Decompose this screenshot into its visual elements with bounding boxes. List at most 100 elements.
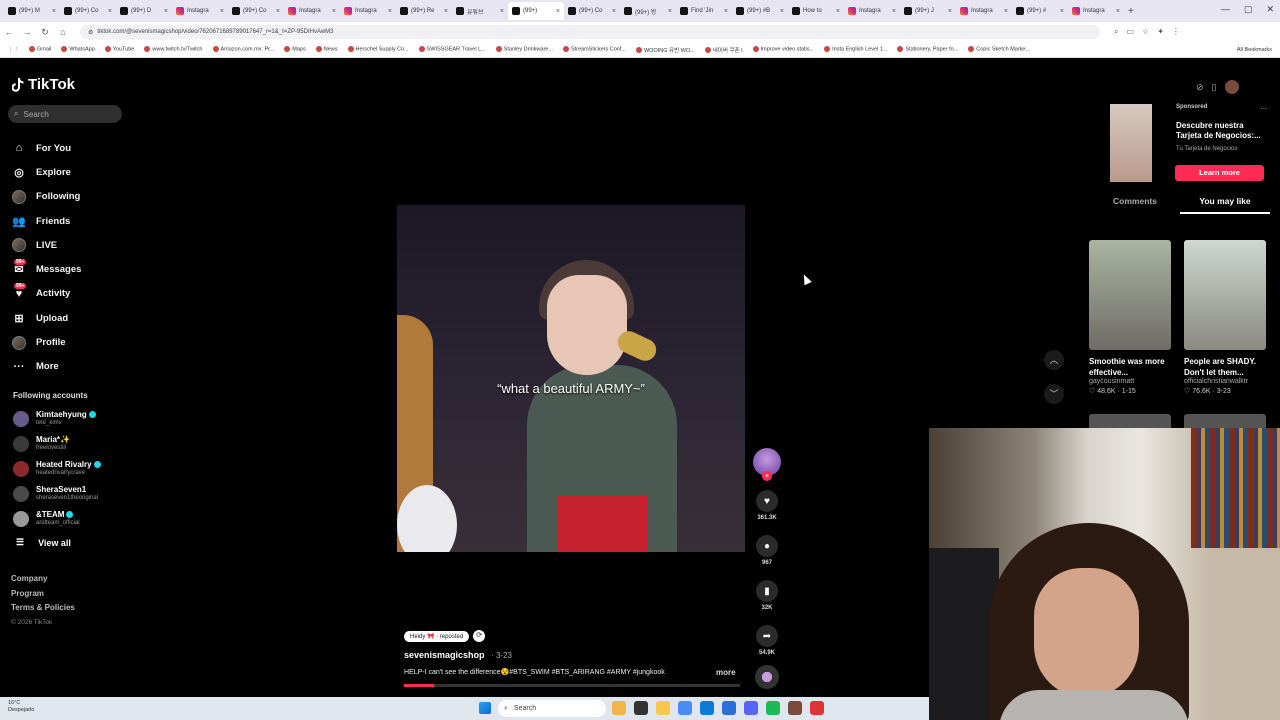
browser-tab[interactable]: Instagra × <box>956 2 1012 20</box>
task-view-icon[interactable] <box>634 701 648 715</box>
nav-item-for-you[interactable]: ⌂ For You <box>12 136 81 160</box>
nav-item-friends[interactable]: 👥 Friends <box>12 209 81 233</box>
back-icon[interactable]: ← <box>0 27 18 37</box>
browser-tab[interactable]: (99+) #B × <box>732 2 788 20</box>
following-account[interactable]: Heated Rivalry heatedrivalrycrave <box>13 456 101 481</box>
zoom-icon[interactable]: ⌕ <box>1114 27 1118 37</box>
nav-item-more[interactable]: ··· More <box>12 355 81 379</box>
browser-tab[interactable]: (99+) # × <box>1012 2 1068 20</box>
menu-kebab-icon[interactable]: ⋮ <box>1172 27 1180 37</box>
browser-tab[interactable]: (99+) Co × <box>564 2 620 20</box>
close-tab-icon[interactable]: × <box>1004 8 1008 15</box>
store-icon[interactable] <box>722 701 736 715</box>
close-tab-icon[interactable]: × <box>668 8 672 15</box>
following-account[interactable]: Maria*✨ freelovestill <box>13 431 101 456</box>
close-tab-icon[interactable]: × <box>220 8 224 15</box>
close-tab-icon[interactable]: × <box>1060 8 1064 15</box>
bookmark-star-icon[interactable]: ☆ <box>1142 27 1149 37</box>
footer-program[interactable]: Program <box>11 587 75 602</box>
browser-tab[interactable]: Instagra × <box>172 2 228 20</box>
bookmark-item[interactable]: Gmail <box>29 46 51 53</box>
bookmark-item[interactable]: Stationery, Paper fo... <box>897 46 958 53</box>
discord-icon[interactable] <box>744 701 758 715</box>
close-tab-icon[interactable]: × <box>556 8 560 15</box>
close-tab-icon[interactable]: × <box>108 8 112 15</box>
edge-icon[interactable] <box>700 701 714 715</box>
recommended-thumbnail[interactable] <box>1184 240 1266 350</box>
browser-tab[interactable]: 유튜브 × <box>452 2 508 20</box>
browser-tab[interactable]: (99+) D × <box>116 2 172 20</box>
bookmark-item[interactable]: www.twitch.tv/Twitch <box>144 46 203 53</box>
close-tab-icon[interactable]: × <box>388 8 392 15</box>
browser-tab[interactable]: Find 'Jin × <box>676 2 732 20</box>
file-explorer-icon[interactable] <box>656 701 670 715</box>
browser-tab[interactable]: (99+) M × <box>4 2 60 20</box>
music-disc-icon[interactable] <box>755 665 779 689</box>
close-tab-icon[interactable]: × <box>612 8 616 15</box>
start-button[interactable] <box>479 702 491 714</box>
bookmark-item[interactable]: SWISSGEAR Travel L... <box>418 46 486 53</box>
bookmark-item[interactable]: Copic Sketch Marke... <box>968 46 1030 53</box>
nav-item-upload[interactable]: ⊞ Upload <box>12 306 81 330</box>
comment-button[interactable]: ● <box>756 535 778 557</box>
nav-item-messages[interactable]: ✉ 99+ Messages <box>12 257 81 281</box>
bookmark-item[interactable]: Improve video statis... <box>752 46 814 53</box>
follow-plus-icon[interactable]: + <box>762 471 772 481</box>
recommended-video[interactable]: Smoothie was more effective... gaycousin… <box>1089 240 1171 395</box>
browser-tab[interactable]: Instagra × <box>284 2 340 20</box>
nav-item-explore[interactable]: ◎ Explore <box>12 160 81 184</box>
bookmark-item[interactable]: Stanley Drinkware... <box>495 46 553 53</box>
reload-icon[interactable]: ↻ <box>36 27 54 38</box>
taskbar-search[interactable]: ⌕ Search <box>498 700 606 717</box>
home-browser-icon[interactable]: ⌂ <box>54 27 72 37</box>
video-player[interactable]: “what a beautiful ARMY~” <box>397 205 745 552</box>
more-button[interactable]: more <box>716 668 736 677</box>
following-account[interactable]: Kimtaehyung tete_kimv <box>13 406 101 431</box>
bookmark-item[interactable]: Insta English Level 1... <box>824 46 887 53</box>
nav-item-activity[interactable]: ♥ 99+ Activity <box>12 282 81 306</box>
bookmark-item[interactable]: YouTube <box>104 46 134 53</box>
footer-terms[interactable]: Terms & Policies <box>11 601 75 616</box>
browser-tab[interactable]: (99+) J × <box>900 2 956 20</box>
following-account[interactable]: SheraSeven1 sheraseven1theoriginal <box>13 481 101 506</box>
weather-widget[interactable]: 16°C Despejado <box>8 700 34 714</box>
widgets-icon[interactable] <box>612 701 626 715</box>
bookmark-item[interactable]: 네이버 쿠폰 I <box>704 46 743 54</box>
close-tab-icon[interactable]: × <box>500 8 504 15</box>
cast-icon[interactable]: ▭ <box>1126 27 1134 37</box>
device-icon[interactable]: ▯ <box>1212 82 1217 93</box>
user-avatar[interactable] <box>1224 80 1239 94</box>
close-tab-icon[interactable]: × <box>164 8 168 15</box>
learn-more-button[interactable]: Learn more <box>1175 165 1264 181</box>
footer-company[interactable]: Company <box>11 572 75 587</box>
close-tab-icon[interactable]: × <box>724 8 728 15</box>
browser-tab[interactable]: Instagra × <box>340 2 396 20</box>
bookmark-item[interactable]: Maps <box>284 46 306 53</box>
video-progress-bar[interactable] <box>404 684 740 687</box>
ad-options-icon[interactable]: ··· <box>1260 104 1268 113</box>
forward-icon[interactable]: → <box>18 27 36 37</box>
previous-video-button[interactable]: ︿ <box>1044 350 1064 370</box>
close-tab-icon[interactable]: × <box>780 8 784 15</box>
bookmark-item[interactable]: WOOING 유빈 WO... <box>635 46 695 54</box>
view-all-button[interactable]: ☰ View all <box>16 537 71 548</box>
like-button[interactable]: ♥ <box>756 490 778 512</box>
maximize-icon[interactable]: ▢ <box>1244 4 1253 15</box>
compass-small-icon[interactable]: ⊘ <box>1196 82 1204 93</box>
chrome-icon[interactable] <box>678 701 692 715</box>
app-icon[interactable] <box>788 701 802 715</box>
browser-tab[interactable]: (99+) Co × <box>60 2 116 20</box>
repost-badge[interactable]: Heidy 🎀 · reposted <box>404 630 470 642</box>
browser-tab[interactable]: (99+) Re × <box>396 2 452 20</box>
tab-you-may-like[interactable]: You may like <box>1180 196 1270 214</box>
spotify-icon[interactable] <box>766 701 780 715</box>
browser-tab[interactable]: Instagra × <box>844 2 900 20</box>
close-tab-icon[interactable]: × <box>332 8 336 15</box>
close-window-icon[interactable]: ✕ <box>1266 4 1274 15</box>
following-account[interactable]: &TEAM andteam_official <box>13 506 101 531</box>
site-info-icon[interactable]: ⚙ <box>88 29 93 36</box>
close-tab-icon[interactable]: × <box>52 8 56 15</box>
browser-tab[interactable]: Instagra × <box>1068 2 1124 20</box>
close-tab-icon[interactable]: × <box>276 8 280 15</box>
save-button[interactable]: ▮ <box>756 580 778 602</box>
